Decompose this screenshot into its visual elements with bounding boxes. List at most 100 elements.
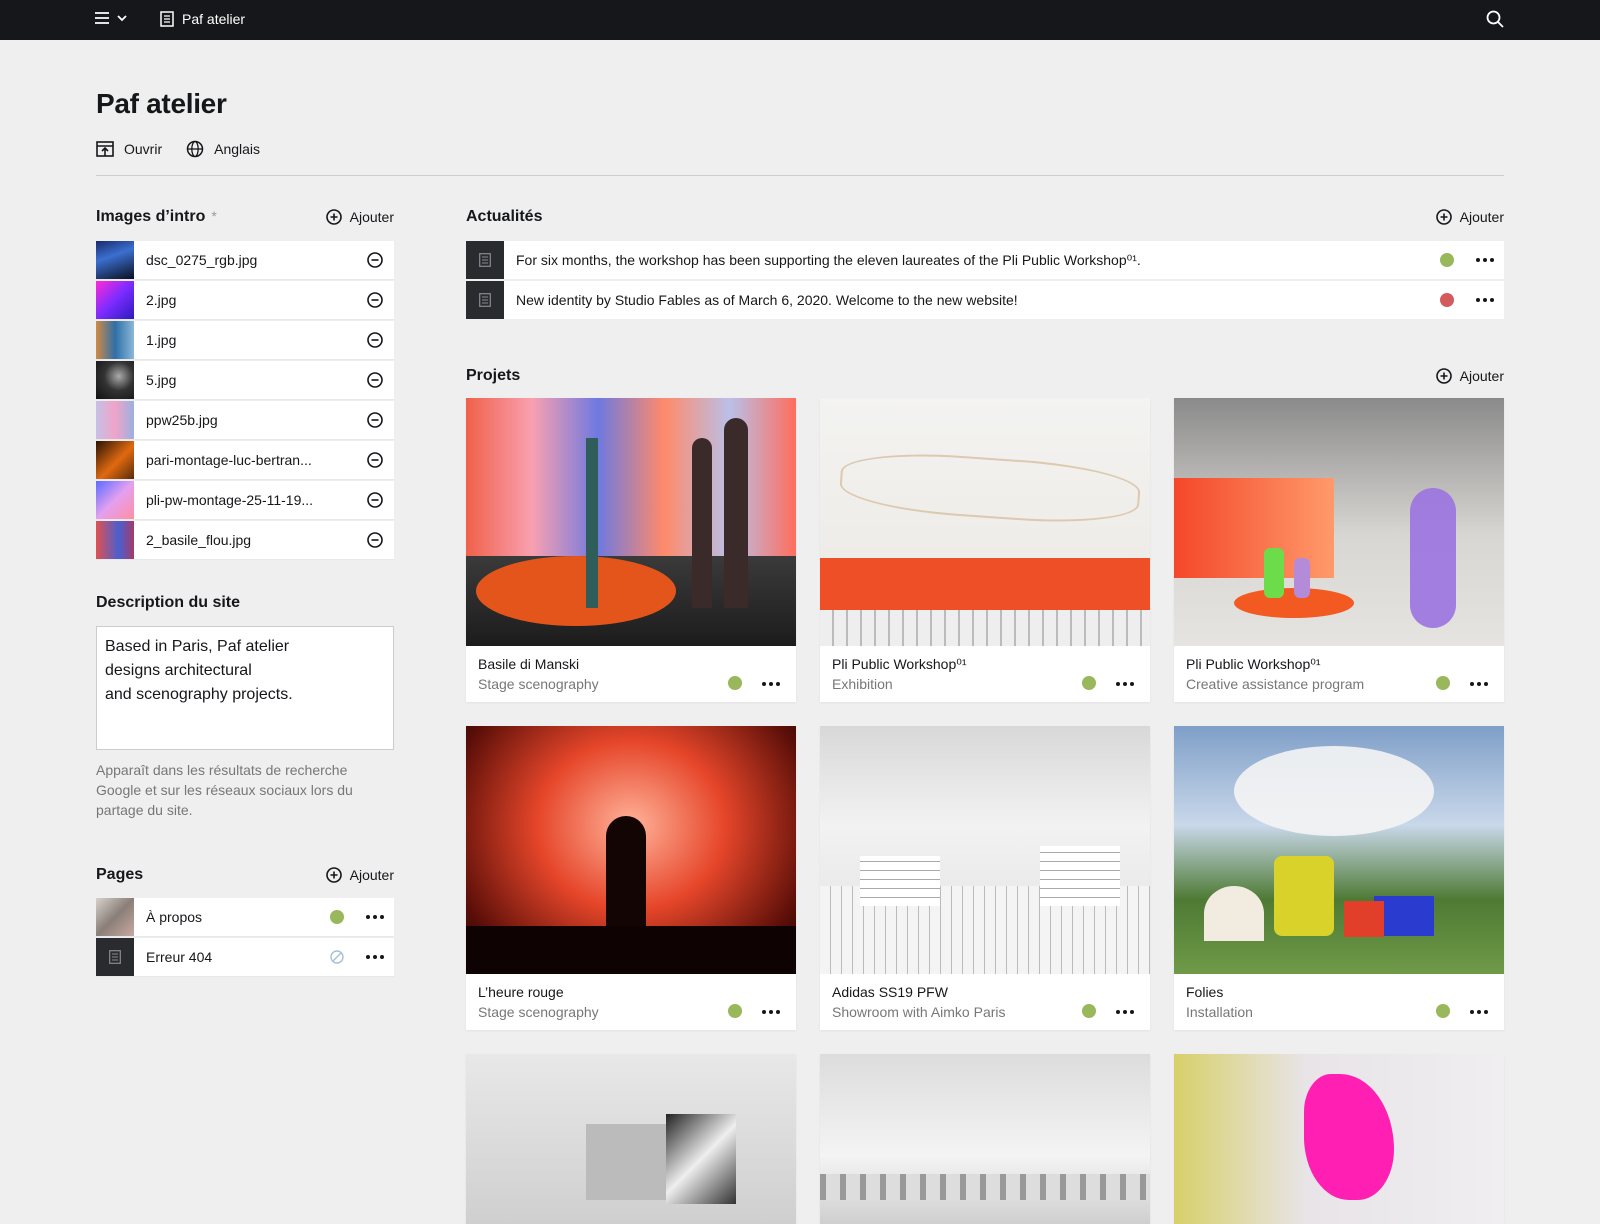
page-title: Paf atelier: [96, 88, 227, 119]
list-item[interactable]: pari-montage-luc-bertran...: [96, 441, 394, 479]
more-icon: [1476, 298, 1494, 302]
plus-circle-icon: [325, 209, 342, 225]
project-card[interactable]: Folies Installation: [1174, 726, 1504, 1030]
remove-button[interactable]: [356, 361, 394, 399]
project-title: Basile di Manski: [478, 656, 580, 672]
minus-circle-icon: [367, 372, 383, 388]
remove-button[interactable]: [356, 521, 394, 559]
status-button[interactable]: [318, 898, 356, 936]
minus-circle-icon: [367, 452, 383, 468]
more-options-button[interactable]: [762, 1010, 780, 1014]
section-title: Images d’intro: [96, 208, 206, 225]
more-options-button[interactable]: [356, 898, 394, 936]
status-published-icon[interactable]: [1436, 1004, 1450, 1018]
language-button[interactable]: Anglais: [186, 140, 260, 158]
add-project-button[interactable]: Ajouter: [1435, 368, 1504, 384]
project-card[interactable]: [466, 1054, 796, 1224]
project-subtitle: Stage scenography: [478, 1004, 599, 1020]
description-help-text: Apparaît dans les résultats de recherche…: [96, 762, 353, 818]
more-options-button[interactable]: [1116, 682, 1134, 686]
status-button[interactable]: [1428, 241, 1466, 279]
intro-images-header: Images d’intro * Ajouter: [96, 208, 394, 226]
status-published-icon[interactable]: [1082, 676, 1096, 690]
project-card[interactable]: L’heure rouge Stage scenography: [466, 726, 796, 1030]
open-button[interactable]: Ouvrir: [96, 140, 162, 158]
project-card[interactable]: Adidas SS19 PFW Showroom with Aimko Paris: [820, 726, 1150, 1030]
project-subtitle: Showroom with Aimko Paris: [832, 1004, 1006, 1020]
add-label: Ajouter: [349, 867, 394, 883]
filename: ppw25b.jpg: [146, 412, 218, 428]
filename: 5.jpg: [146, 372, 177, 388]
language-label: Anglais: [214, 141, 261, 157]
image-thumbnail: [96, 241, 134, 279]
status-published-icon[interactable]: [1082, 1004, 1096, 1018]
minus-circle-icon: [367, 252, 383, 268]
section-title: Description du site: [96, 594, 241, 611]
document-icon: [109, 950, 121, 964]
image-thumbnail: [96, 401, 134, 439]
project-image: [466, 1054, 796, 1224]
pages-header: Pages Ajouter: [96, 866, 394, 884]
more-options-button[interactable]: [1116, 1010, 1134, 1014]
project-card[interactable]: Pli Public Workshop⁰¹ Creative assistance…: [1174, 398, 1504, 702]
page-thumbnail: [96, 938, 134, 976]
status-button[interactable]: [318, 938, 356, 976]
status-button[interactable]: [1428, 281, 1466, 319]
more-options-button[interactable]: [356, 938, 394, 976]
more-options-button[interactable]: [1470, 1010, 1488, 1014]
menu-button[interactable]: [94, 10, 128, 26]
open-label: Ouvrir: [124, 141, 163, 157]
remove-button[interactable]: [356, 441, 394, 479]
search-button[interactable]: [1486, 10, 1504, 31]
remove-button[interactable]: [356, 401, 394, 439]
more-icon: [1476, 258, 1494, 262]
list-item[interactable]: 1.jpg: [96, 321, 394, 359]
list-item[interactable]: pli-pw-montage-25-11-19...: [96, 481, 394, 519]
project-image: [1174, 1054, 1504, 1224]
project-subtitle: Creative assistance program: [1186, 676, 1365, 692]
add-label: Ajouter: [1459, 209, 1504, 225]
list-item[interactable]: dsc_0275_rgb.jpg: [96, 241, 394, 279]
add-intro-image-button[interactable]: Ajouter: [325, 209, 394, 225]
remove-button[interactable]: [356, 241, 394, 279]
site-description-textarea[interactable]: Based in Paris, Paf atelier designs arch…: [96, 626, 394, 750]
header-divider: [96, 175, 1504, 176]
status-published-icon[interactable]: [1436, 676, 1450, 690]
project-card[interactable]: Pli Public Workshop⁰¹ Exhibition: [820, 398, 1150, 702]
remove-button[interactable]: [356, 281, 394, 319]
list-item[interactable]: ppw25b.jpg: [96, 401, 394, 439]
add-page-button[interactable]: Ajouter: [325, 867, 394, 883]
list-item[interactable]: 2_basile_flou.jpg: [96, 521, 394, 559]
plus-circle-icon: [1435, 368, 1452, 384]
image-thumbnail: [96, 361, 134, 399]
list-item[interactable]: Erreur 404: [96, 938, 394, 976]
project-card[interactable]: [1174, 1054, 1504, 1224]
remove-button[interactable]: [356, 321, 394, 359]
list-item[interactable]: 5.jpg: [96, 361, 394, 399]
site-link[interactable]: Paf atelier: [160, 11, 245, 27]
add-news-button[interactable]: Ajouter: [1435, 209, 1504, 225]
more-options-button[interactable]: [1470, 682, 1488, 686]
more-options-button[interactable]: [762, 682, 780, 686]
project-image: [1174, 398, 1504, 646]
project-image: [820, 1054, 1150, 1224]
news-text: For six months, the workshop has been su…: [516, 251, 1141, 268]
list-item[interactable]: À propos: [96, 898, 394, 936]
status-published-icon[interactable]: [728, 676, 742, 690]
required-mark: *: [211, 208, 217, 224]
minus-circle-icon: [367, 492, 383, 508]
more-options-button[interactable]: [1466, 281, 1504, 319]
list-item[interactable]: New identity by Studio Fables as of Marc…: [466, 281, 1504, 319]
document-icon: [479, 253, 491, 267]
project-card[interactable]: [820, 1054, 1150, 1224]
status-published-icon[interactable]: [728, 1004, 742, 1018]
more-options-button[interactable]: [1466, 241, 1504, 279]
project-card[interactable]: Basile di Manski Stage scenography: [466, 398, 796, 702]
filename: 2.jpg: [146, 292, 177, 308]
minus-circle-icon: [367, 332, 383, 348]
list-item[interactable]: 2.jpg: [96, 281, 394, 319]
remove-button[interactable]: [356, 481, 394, 519]
project-title: Pli Public Workshop⁰¹: [832, 656, 967, 672]
news-list: For six months, the workshop has been su…: [466, 241, 1504, 321]
list-item[interactable]: For six months, the workshop has been su…: [466, 241, 1504, 279]
